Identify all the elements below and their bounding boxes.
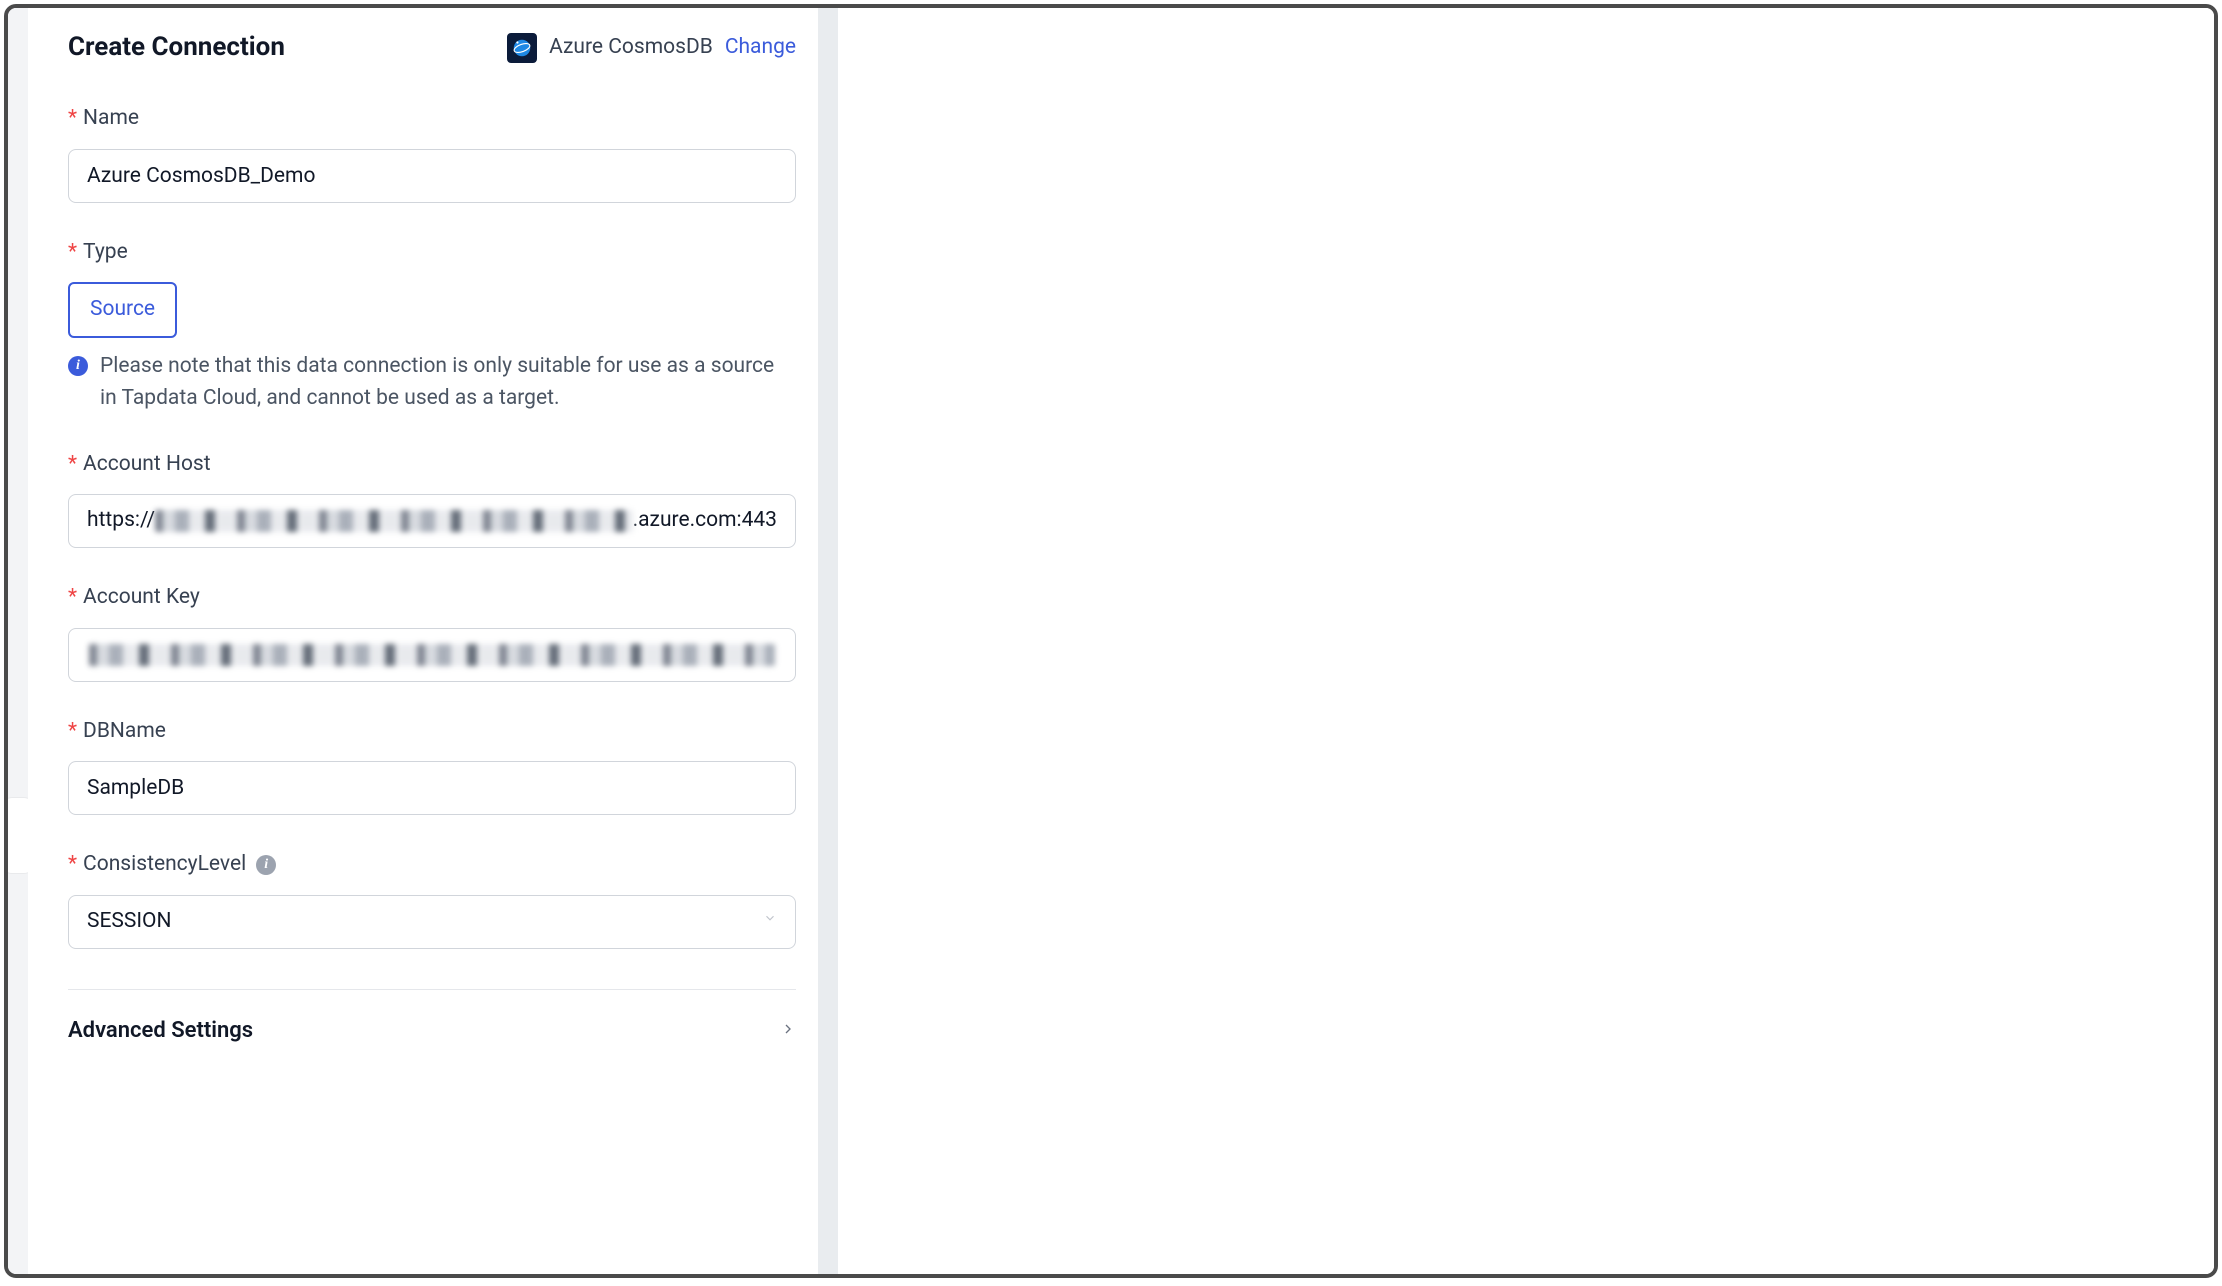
header-row: Create Connection Azure CosmosDB Change [68,28,796,67]
chevron-right-icon [780,1015,796,1045]
field-account-key: * Account Key [68,582,796,682]
info-icon: i [68,356,88,376]
label-text: DBName [83,716,166,748]
name-input[interactable] [68,149,796,203]
label-name: * Name [68,103,796,135]
redacted-host [155,510,633,532]
field-type: * Type Source i Please note that this da… [68,237,796,415]
chevron-down-icon [763,911,777,932]
host-prefix: https:// [87,505,155,537]
left-gutter [8,8,28,1274]
label-type: * Type [68,237,796,269]
required-mark: * [68,103,77,135]
account-key-input[interactable] [68,628,796,682]
divider [68,989,796,990]
change-connector-link[interactable]: Change [725,32,796,64]
redacted-key [89,644,775,666]
required-mark: * [68,449,77,481]
label-dbname: * DBName [68,716,796,748]
right-gutter [818,8,838,1274]
type-note: i Please note that this data connection … [68,350,796,415]
label-text: Name [83,103,139,135]
field-dbname: * DBName [68,716,796,816]
label-text: Type [83,237,128,269]
page-title: Create Connection [68,28,285,67]
field-account-host: * Account Host https:// .azure.com:443 [68,449,796,549]
advanced-label: Advanced Settings [68,1014,253,1047]
dbname-input[interactable] [68,761,796,815]
advanced-settings-toggle[interactable]: Advanced Settings [68,1014,796,1057]
field-name: * Name [68,103,796,203]
type-chip-row: Source [68,282,796,338]
label-text: Account Host [83,449,211,481]
label-account-host: * Account Host [68,449,796,481]
label-text: ConsistencyLevel [83,849,246,881]
window-frame: Create Connection Azure CosmosDB Change … [4,4,2218,1278]
host-suffix: .azure.com:443 [633,505,777,537]
consistency-select[interactable]: SESSION [68,895,796,949]
label-consistency: * ConsistencyLevel i [68,849,796,881]
connector-header: Azure CosmosDB Change [507,32,796,64]
note-text: Please note that this data connection is… [100,350,796,415]
chip-label: Source [90,294,155,326]
connector-name: Azure CosmosDB [549,32,713,64]
label-account-key: * Account Key [68,582,796,614]
form-panel: Create Connection Azure CosmosDB Change … [28,8,818,1274]
required-mark: * [68,849,77,881]
select-value: SESSION [87,906,171,938]
right-empty-space [838,8,2214,1274]
required-mark: * [68,582,77,614]
cosmosdb-icon [507,33,537,63]
field-consistency: * ConsistencyLevel i SESSION [68,849,796,949]
account-host-input[interactable]: https:// .azure.com:443 [68,494,796,548]
help-icon[interactable]: i [256,855,276,875]
required-mark: * [68,716,77,748]
label-text: Account Key [83,582,200,614]
required-mark: * [68,237,77,269]
type-source-chip[interactable]: Source [68,282,177,338]
